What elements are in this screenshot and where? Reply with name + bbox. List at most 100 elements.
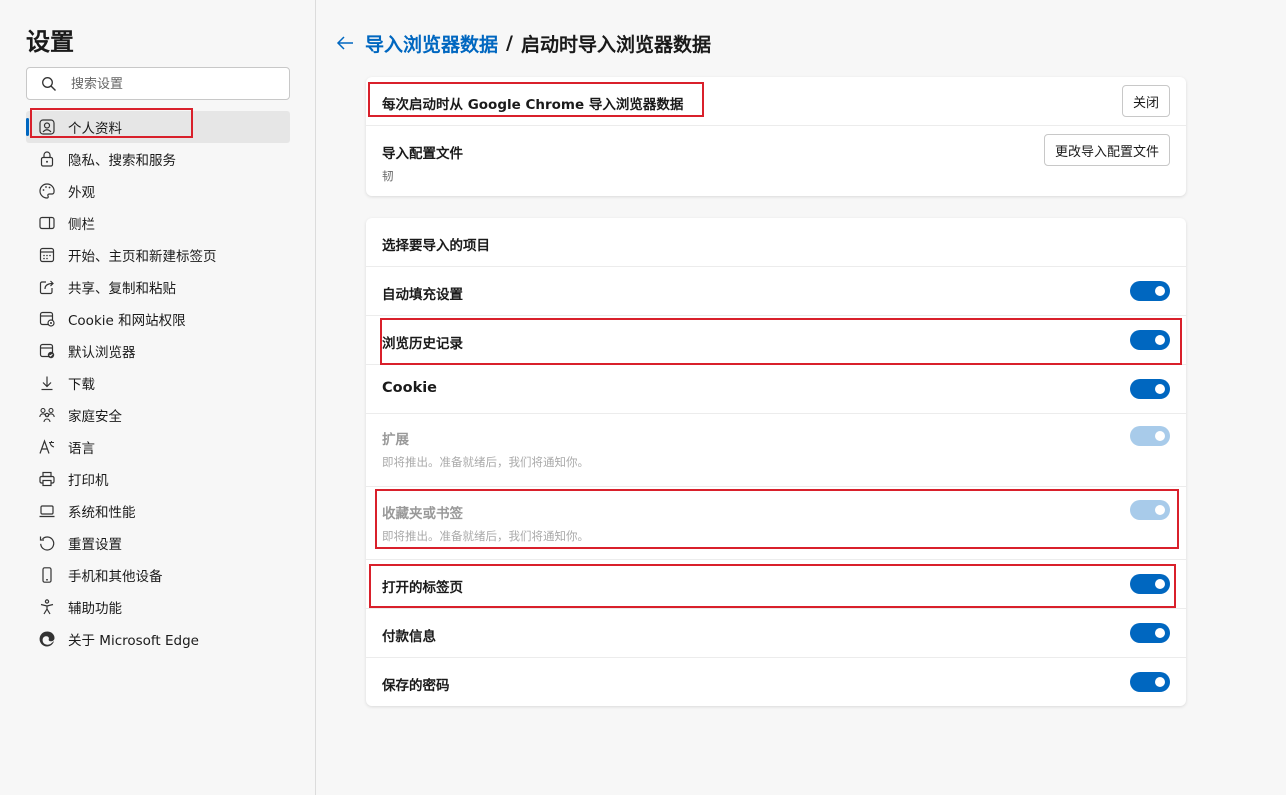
sidebar-item-label: 系统和性能 [68, 505, 136, 521]
import-item-label: 保存的密码 [382, 678, 450, 694]
breadcrumb-parent-link[interactable]: 导入浏览器数据 [365, 30, 498, 57]
startup-import-label: 每次启动时从 Google Chrome 导入浏览器数据 [382, 97, 684, 113]
sidebar-item-languages[interactable]: 语言 [26, 431, 290, 463]
sidebar-item-appearance[interactable]: 外观 [26, 175, 290, 207]
section-title: 选择要导入的项目 [382, 238, 490, 254]
sidebar-item-default-browser[interactable]: 默认浏览器 [26, 335, 290, 367]
import-item-favorites: 收藏夹或书签 即将推出。准备就绪后，我们将通知你。 [366, 487, 1186, 560]
breadcrumb-separator: / [506, 32, 513, 54]
toggle-knob [1155, 335, 1165, 345]
toggle-knob [1155, 384, 1165, 394]
sidebar-item-label: Cookie 和网站权限 [68, 313, 186, 329]
printer-icon [39, 471, 55, 487]
passwords-toggle[interactable] [1130, 672, 1170, 692]
language-icon [39, 439, 55, 454]
sidebar-item-label: 关于 Microsoft Edge [68, 633, 199, 649]
sidebar-item-label: 下载 [68, 377, 95, 393]
palette-icon [39, 183, 55, 199]
sidebar-item-profile[interactable]: 个人资料 [26, 111, 290, 143]
sidebar-item-cookies[interactable]: Cookie 和网站权限 [26, 303, 290, 335]
import-item-open-tabs: 打开的标签页 [366, 560, 1186, 609]
family-icon [39, 407, 55, 423]
accessibility-icon [40, 599, 54, 615]
import-item-label: 收藏夹或书签 [382, 506, 463, 522]
sidebar-item-label: 家庭安全 [68, 409, 122, 425]
sidebar-item-family[interactable]: 家庭安全 [26, 399, 290, 431]
toggle-knob [1155, 431, 1165, 441]
import-item-extensions: 扩展 即将推出。准备就绪后，我们将通知你。 [366, 414, 1186, 487]
close-button[interactable]: 关闭 [1121, 85, 1170, 117]
import-profile-label: 导入配置文件 [382, 146, 463, 162]
sidebar-item-label: 共享、复制和粘贴 [68, 281, 176, 297]
sidebar-item-label: 语言 [68, 441, 95, 457]
profile-icon [39, 119, 55, 135]
toggle-knob [1155, 286, 1165, 296]
toggle-knob [1155, 505, 1165, 515]
startup-import-row: 每次启动时从 Google Chrome 导入浏览器数据 关闭 [366, 77, 1186, 126]
import-item-coming-soon: 即将推出。准备就绪后，我们将通知你。 [382, 455, 589, 469]
import-item-label: 浏览历史记录 [382, 336, 463, 352]
sidebar-item-start-home[interactable]: 开始、主页和新建标签页 [26, 239, 290, 271]
extensions-toggle [1130, 426, 1170, 446]
site-permissions-icon [39, 311, 55, 327]
sidebar-item-label: 辅助功能 [68, 601, 122, 617]
laptop-icon [39, 505, 55, 518]
page-title: 启动时导入浏览器数据 [520, 33, 711, 56]
download-icon [41, 376, 53, 391]
import-profile-row: 导入配置文件 韧 更改导入配置文件 [366, 126, 1186, 196]
search-box[interactable] [26, 67, 290, 100]
sidebar-item-label: 个人资料 [68, 121, 122, 137]
toggle-knob [1155, 579, 1165, 589]
settings-sidebar: 设置 个人资料 隐私、搜索和服务 [0, 0, 316, 795]
change-import-profile-button[interactable]: 更改导入配置文件 [1043, 134, 1170, 166]
sidebar-item-system[interactable]: 系统和性能 [26, 495, 290, 527]
import-item-label: 扩展 [382, 432, 409, 448]
open-tabs-toggle[interactable] [1130, 574, 1170, 594]
cookie-toggle[interactable] [1130, 379, 1170, 399]
history-toggle[interactable] [1130, 330, 1170, 350]
back-arrow-icon[interactable] [335, 33, 355, 53]
payment-toggle[interactable] [1130, 623, 1170, 643]
sidebar-item-privacy[interactable]: 隐私、搜索和服务 [26, 143, 290, 175]
import-item-history: 浏览历史记录 [366, 316, 1186, 365]
toggle-knob [1155, 677, 1165, 687]
import-item-passwords: 保存的密码 [366, 658, 1186, 706]
import-item-cookie: Cookie [366, 365, 1186, 414]
import-item-autofill: 自动填充设置 [366, 267, 1186, 316]
favorites-toggle [1130, 500, 1170, 520]
search-icon [42, 77, 56, 91]
sidebar-item-share[interactable]: 共享、复制和粘贴 [26, 271, 290, 303]
sidebar-item-reset[interactable]: 重置设置 [26, 527, 290, 559]
sidebar-item-label: 打印机 [68, 473, 109, 489]
sidebar-item-phone[interactable]: 手机和其他设备 [26, 559, 290, 591]
sidebar-title: 设置 [26, 28, 74, 56]
sidebar-item-label: 开始、主页和新建标签页 [68, 249, 217, 265]
import-profile-value: 韧 [382, 169, 394, 183]
main-content: 导入浏览器数据 / 启动时导入浏览器数据 每次启动时从 Google Chrom… [317, 0, 1286, 795]
sidebar-item-downloads[interactable]: 下载 [26, 367, 290, 399]
sidebar-item-printers[interactable]: 打印机 [26, 463, 290, 495]
default-browser-icon [39, 343, 55, 359]
home-grid-icon [39, 247, 55, 263]
sidebar-icon [39, 216, 55, 230]
sidebar-nav: 个人资料 隐私、搜索和服务 外观 侧栏 开始、主页和新建标签页 共享、复制和粘贴… [26, 111, 290, 655]
sidebar-item-accessibility[interactable]: 辅助功能 [26, 591, 290, 623]
lock-icon [40, 151, 54, 167]
import-settings-card: 每次启动时从 Google Chrome 导入浏览器数据 关闭 导入配置文件 韧… [366, 77, 1186, 196]
sidebar-item-label: 默认浏览器 [68, 345, 136, 361]
breadcrumb: 导入浏览器数据 / 启动时导入浏览器数据 [335, 30, 711, 56]
import-item-payment: 付款信息 [366, 609, 1186, 658]
sidebar-item-label: 外观 [68, 185, 95, 201]
sidebar-item-label: 手机和其他设备 [68, 569, 163, 585]
sidebar-item-sidebar[interactable]: 侧栏 [26, 207, 290, 239]
import-item-label: 打开的标签页 [382, 580, 463, 596]
sidebar-item-about[interactable]: 关于 Microsoft Edge [26, 623, 290, 655]
import-items-card: 选择要导入的项目 自动填充设置 浏览历史记录 Cookie 扩展 即将推出。准备… [366, 218, 1186, 706]
sidebar-item-label: 侧栏 [68, 217, 95, 233]
search-input[interactable] [71, 74, 281, 94]
edge-logo-icon [39, 631, 55, 647]
sidebar-item-label: 重置设置 [68, 537, 122, 553]
import-item-coming-soon: 即将推出。准备就绪后，我们将通知你。 [382, 529, 589, 543]
section-header-row: 选择要导入的项目 [366, 218, 1186, 267]
autofill-toggle[interactable] [1130, 281, 1170, 301]
